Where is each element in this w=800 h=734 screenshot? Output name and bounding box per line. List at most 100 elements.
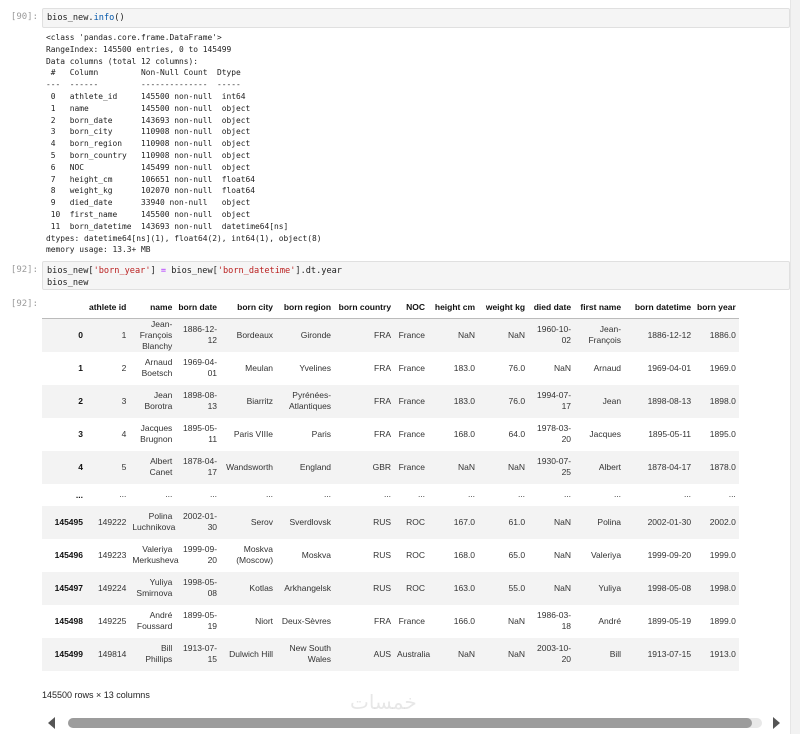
table-cell: 1930-07-25 xyxy=(537,456,572,477)
table-cell: AUS xyxy=(373,648,392,659)
output-line: --- ------ -------------- ----- xyxy=(46,80,241,90)
table-cell: 4 xyxy=(121,428,127,439)
output-line: <class 'pandas.core.frame.DataFrame'> xyxy=(46,33,222,42)
table-cell: NaN xyxy=(554,516,572,527)
output-line: 9 died_date 33940 non-null object xyxy=(46,198,251,208)
table-cell: GBR xyxy=(372,461,392,472)
dataframe-shape: 145500 rows × 13 columns xyxy=(42,690,150,700)
column-header: born date xyxy=(175,296,221,319)
table-cell: ... xyxy=(467,489,476,499)
table-cell: Jean Borotra xyxy=(144,390,173,411)
column-header: born city xyxy=(220,296,277,319)
table-row: 145498 149225 André Foussard 1899-05-19 Nior… xyxy=(42,605,739,638)
table-cell: Jean-François xyxy=(588,324,622,345)
table-cell: 167.0 xyxy=(453,516,476,527)
table-row: 145495 149222 Polina Luchnikova 2002-01-30 S… xyxy=(42,505,739,539)
table-cell: NaN xyxy=(554,582,572,593)
table-row: 1 2 Arnaud Boetsch 1969-04-01 Meulan Yvelines… xyxy=(42,352,739,385)
code-string: 'born_year' xyxy=(93,266,151,276)
output-line: 2 born_date 143693 non-null object xyxy=(46,115,251,125)
table-cell: ... xyxy=(323,489,332,499)
table-cell: 1913-07-15 xyxy=(183,643,218,664)
output-line: RangeIndex: 145500 entries, 0 to 145499 xyxy=(46,44,232,54)
table-row: 4 5 Albert Canet 1878-04-17 Wandsworth Englan… xyxy=(42,450,739,484)
output-line: # Column Non-Null Count Dtype xyxy=(46,68,241,78)
cell-prompt: [90]: xyxy=(10,12,38,22)
table-cell: 1895-05-11 xyxy=(648,428,692,439)
row-index: 3 xyxy=(78,429,83,439)
table-cell: 1998.0 xyxy=(709,582,736,593)
horizontal-scrollbar[interactable] xyxy=(42,715,790,731)
table-cell: 2 xyxy=(121,362,127,373)
output-line: 11 born_datetime 143693 non-null datetim… xyxy=(46,221,289,231)
table-cell: 1899.0 xyxy=(709,615,736,626)
code-token: ].dt.year xyxy=(295,266,342,276)
table-cell: 1878-04-17 xyxy=(183,456,218,477)
table-cell: Niort xyxy=(255,615,274,626)
table-cell: 1960-10-02 xyxy=(537,324,572,345)
table-cell: Meulan xyxy=(245,362,274,373)
table-cell: NaN xyxy=(458,648,476,659)
code-input[interactable]: bios_new.info() xyxy=(42,8,790,28)
row-index: 1 xyxy=(78,363,83,373)
table-cell: Bill Phillips xyxy=(145,643,173,664)
table-cell: Biarritz xyxy=(246,395,274,406)
table-cell: 183.0 xyxy=(453,395,476,406)
table-row: 145497 149224 Yuliya Smirnova 1998-05-08 Kot… xyxy=(42,571,739,605)
table-cell: 1999.0 xyxy=(709,549,736,560)
table-cell: Jean xyxy=(602,395,622,406)
table-cell: André xyxy=(598,615,622,626)
table-cell: NaN xyxy=(508,648,526,659)
column-header xyxy=(42,296,86,319)
scroll-thumb[interactable] xyxy=(68,718,752,728)
table-cell: Pyrénées-Atlantiques xyxy=(288,390,332,411)
table-cell: ... xyxy=(683,489,692,499)
table-cell: 61.0 xyxy=(508,516,526,527)
table-cell: 1999-09-20 xyxy=(183,544,218,565)
output-line: 7 height_cm 106651 non-null float64 xyxy=(46,174,256,184)
info-output: <class 'pandas.core.frame.DataFrame'> Ran… xyxy=(46,32,322,256)
table-cell: France xyxy=(398,362,426,373)
table-cell: Albert xyxy=(598,461,622,472)
table-cell: Valeriya xyxy=(590,549,622,560)
scroll-track[interactable] xyxy=(68,718,762,728)
table-cell: RUS xyxy=(373,516,392,527)
table-cell: Serov xyxy=(250,516,274,527)
dataframe-output: athlete id name born date born city born reg… xyxy=(42,296,790,672)
table-cell: 55.0 xyxy=(508,582,526,593)
table-cell: FRA xyxy=(374,428,392,439)
column-header: name xyxy=(129,296,176,319)
table-cell: 1895.0 xyxy=(709,428,736,439)
code-input[interactable]: bios_new['born_year'] = bios_new['born_d… xyxy=(42,261,790,290)
column-header: born region xyxy=(276,296,335,319)
code-token: bios_new[ xyxy=(47,266,94,276)
table-cell: André Foussard xyxy=(136,610,173,631)
scroll-left-icon[interactable] xyxy=(48,717,55,729)
table-cell: 168.0 xyxy=(453,549,476,560)
row-index: 2 xyxy=(78,396,83,406)
scroll-right-icon[interactable] xyxy=(773,717,780,729)
output-line: Data columns (total 12 columns): xyxy=(46,56,199,66)
table-cell: Yvelines xyxy=(299,362,332,373)
table-cell: 2002-01-30 xyxy=(647,516,692,527)
table-header-row: athlete id name born date born city born reg… xyxy=(42,296,739,319)
table-cell: NaN xyxy=(554,549,572,560)
table-cell: 149222 xyxy=(97,516,127,527)
table-cell: 1 xyxy=(121,329,127,340)
row-index: 145495 xyxy=(54,517,83,527)
table-cell: Paris xyxy=(311,428,332,439)
table-row: 0 1 Jean-François Blanchy 1886-12-12 Bordeau… xyxy=(42,318,739,352)
output-line: 0 athlete_id 145500 non-null int64 xyxy=(46,91,246,101)
table-cell: 1994-07-17 xyxy=(537,390,572,411)
table-cell: 183.0 xyxy=(453,362,476,373)
table-cell: 149224 xyxy=(97,582,127,593)
table-cell: Jacques xyxy=(589,428,622,439)
table-row: 145496 149223 Valeriya Merkusheva 1999-09-2… xyxy=(42,539,739,572)
vertical-scrollbar[interactable] xyxy=(790,0,800,734)
table-cell: NaN xyxy=(458,461,476,472)
table-cell: 1878.0 xyxy=(709,461,736,472)
table-cell: New South Wales xyxy=(289,643,332,664)
table-cell: France xyxy=(398,615,426,626)
table-cell: Deux-Sèvres xyxy=(281,615,332,626)
table-cell: 1998-05-08 xyxy=(647,582,692,593)
